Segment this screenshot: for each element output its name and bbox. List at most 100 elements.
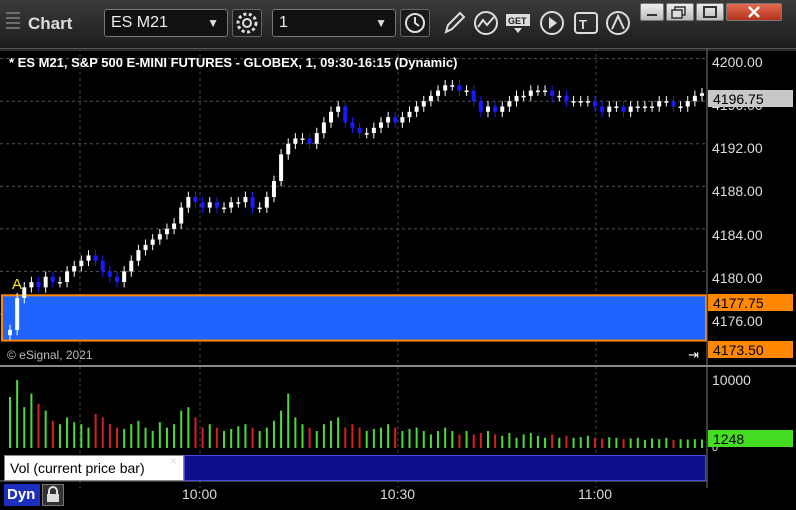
volume-bar	[16, 380, 19, 448]
candle	[614, 106, 619, 109]
pencil-icon[interactable]	[440, 10, 468, 36]
volume-bar	[379, 427, 382, 448]
volume-bar	[180, 410, 183, 448]
maximize-button[interactable]	[696, 3, 724, 21]
minimize-button[interactable]	[640, 3, 664, 21]
volume-bar	[515, 437, 518, 448]
close-icon[interactable]: ×	[170, 454, 177, 468]
candle	[692, 95, 697, 102]
candle	[550, 90, 555, 96]
interval-combo[interactable]: 1 ▼	[272, 9, 396, 37]
candle	[350, 122, 355, 128]
gear-icon	[236, 12, 258, 34]
volume-bar	[486, 431, 489, 448]
candle	[143, 244, 148, 251]
volume-bar	[658, 439, 661, 448]
volume-bar	[130, 424, 133, 448]
candle	[471, 90, 476, 102]
volume-bar	[508, 433, 511, 448]
time-button[interactable]	[400, 9, 430, 37]
volume-bar	[230, 428, 233, 448]
candle	[364, 133, 369, 135]
maximize-icon	[703, 6, 717, 18]
chevron-down-icon: ▼	[207, 16, 219, 30]
candle	[236, 202, 241, 204]
candle	[200, 202, 205, 208]
volume-bar	[101, 417, 104, 448]
candle	[557, 95, 562, 98]
volume-bar	[529, 433, 532, 448]
text-tool-icon[interactable]: T	[572, 10, 600, 36]
candle	[600, 106, 605, 112]
candle	[321, 122, 326, 134]
volume-bar	[458, 434, 461, 448]
candle	[514, 95, 519, 102]
candle	[136, 250, 141, 261]
close-button[interactable]	[726, 3, 782, 21]
volume-bar	[116, 427, 119, 448]
candle	[214, 202, 219, 208]
candle	[150, 239, 155, 245]
candle	[164, 228, 169, 235]
symbol-combo[interactable]: ES M21 ▼	[104, 9, 228, 37]
candle	[257, 207, 262, 210]
candle	[400, 117, 405, 123]
volume-pane-label: Vol (current price bar)	[10, 460, 145, 476]
candle	[671, 101, 676, 107]
candle	[300, 138, 305, 140]
volume-bar	[372, 428, 375, 448]
volume-bar	[165, 427, 168, 448]
alert-icon[interactable]	[604, 10, 632, 36]
volume-bar	[151, 431, 154, 448]
annotation-a[interactable]: A	[12, 276, 22, 293]
lock-button[interactable]	[42, 484, 64, 506]
candle	[564, 95, 569, 102]
settings-button[interactable]	[232, 9, 262, 37]
study-icon[interactable]	[472, 10, 500, 36]
volume-bar	[258, 431, 261, 448]
volume-bar	[158, 422, 161, 448]
candle	[186, 196, 191, 208]
price-tick: 4200.00	[712, 54, 763, 70]
candle	[543, 90, 548, 93]
volume-bar	[344, 427, 347, 448]
candle	[129, 260, 134, 272]
scroll-to-end-icon[interactable]: ⇥	[688, 347, 699, 363]
volume-bar	[330, 420, 333, 448]
volume-bar	[608, 437, 611, 448]
volume-bar	[173, 424, 176, 448]
volume-bar	[415, 427, 418, 448]
restore-button[interactable]	[666, 3, 694, 21]
candle	[428, 95, 433, 102]
volume-bar	[237, 426, 240, 448]
volume-bar	[693, 439, 696, 448]
candle	[464, 90, 469, 93]
volume-bar	[444, 427, 447, 448]
chart-title: * ES M21, S&P 500 E-MINI FUTURES - GLOBE…	[9, 55, 458, 70]
volume-bar	[701, 439, 703, 448]
candle	[65, 271, 70, 283]
volume-bar	[429, 434, 432, 448]
zone-low-tag: 4173.50	[708, 341, 793, 358]
candle	[386, 117, 391, 123]
candle	[172, 223, 177, 229]
highlight-zone[interactable]	[1, 294, 707, 342]
candle	[371, 127, 376, 134]
volume-bar	[208, 424, 211, 448]
candle	[642, 106, 647, 109]
time-tick: 11:00	[578, 486, 612, 502]
dynamic-mode-button[interactable]: Dyn	[4, 484, 40, 506]
volume-bar	[137, 420, 140, 448]
candle	[700, 93, 704, 96]
volume-bar	[551, 434, 554, 448]
play-icon[interactable]	[538, 10, 566, 36]
drag-grip-icon[interactable]	[6, 12, 20, 32]
get-data-icon[interactable]: GET	[504, 10, 532, 36]
volume-bar	[394, 427, 397, 448]
volume-bar	[315, 431, 318, 448]
price-tick: 4184.00	[712, 227, 763, 243]
candle	[286, 143, 291, 155]
candle	[179, 207, 184, 224]
volume-bar	[58, 424, 61, 448]
price-chart[interactable]	[0, 48, 796, 508]
